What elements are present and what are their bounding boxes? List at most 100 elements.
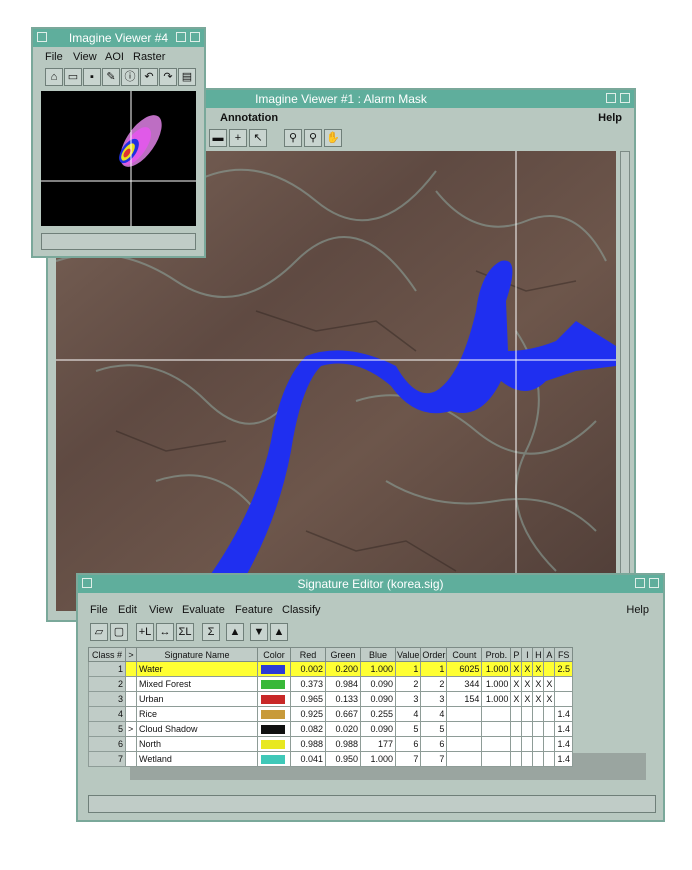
arrow-icon[interactable]: ↖	[249, 129, 267, 147]
cell-a[interactable]	[543, 661, 556, 677]
cell-h[interactable]	[532, 736, 545, 752]
cell-current-marker[interactable]	[125, 751, 137, 767]
cell-current-marker[interactable]	[125, 691, 137, 707]
zoom-minus-icon[interactable]: ▬	[209, 129, 227, 147]
cell-value[interactable]: 4	[394, 706, 422, 722]
color-swatch[interactable]	[261, 739, 285, 749]
cell-value[interactable]: 7	[394, 751, 422, 767]
table-row[interactable]: 7 Wetland 0.041 0.950 1.000 7 7 1.4	[88, 751, 573, 767]
cell-value[interactable]: 2	[394, 676, 422, 692]
cell-fs[interactable]: 1.4	[554, 721, 573, 737]
color-swatch[interactable]	[261, 709, 285, 719]
cell-current-marker[interactable]: >	[125, 721, 137, 737]
cell-a[interactable]	[543, 751, 556, 767]
cell-h[interactable]	[532, 751, 545, 767]
cell-red[interactable]: 0.373	[290, 676, 326, 692]
cell-color[interactable]	[257, 721, 291, 737]
cell-a[interactable]	[543, 736, 556, 752]
col-fs[interactable]: FS	[554, 647, 573, 662]
col-blue[interactable]: Blue	[360, 647, 396, 662]
cell-blue[interactable]: 1.000	[360, 751, 396, 767]
cell-blue[interactable]: 0.090	[360, 721, 396, 737]
histogram-icon[interactable]: ▲	[226, 623, 244, 641]
cell-h[interactable]	[532, 706, 545, 722]
cell-green[interactable]: 0.950	[325, 751, 361, 767]
cell-order[interactable]: 1	[420, 661, 448, 677]
cell-green[interactable]: 0.667	[325, 706, 361, 722]
cell-blue[interactable]: 0.090	[360, 676, 396, 692]
cell-red[interactable]: 0.082	[290, 721, 326, 737]
cell-value[interactable]: 1	[394, 661, 422, 677]
cell-blue[interactable]: 0.090	[360, 691, 396, 707]
cell-a[interactable]: X	[543, 676, 556, 692]
cell-class-num[interactable]: 2	[88, 676, 126, 692]
cell-blue[interactable]: 177	[360, 736, 396, 752]
cell-p[interactable]	[510, 706, 523, 722]
cell-current-marker[interactable]	[125, 736, 137, 752]
cell-fs[interactable]: 2.5	[554, 661, 573, 677]
cell-class-num[interactable]: 7	[88, 751, 126, 767]
col-color[interactable]: Color	[257, 647, 291, 662]
cell-count[interactable]: 154	[446, 691, 483, 707]
viewer4-titlebar[interactable]: Imagine Viewer #4	[33, 29, 204, 47]
cell-count[interactable]	[446, 736, 483, 752]
viewer1-scrollbar[interactable]	[620, 151, 630, 611]
cell-current-marker[interactable]	[125, 676, 137, 692]
menu-evaluate[interactable]: Evaluate	[182, 602, 225, 618]
cell-signature-name[interactable]: Rice	[136, 706, 258, 722]
cell-class-num[interactable]: 3	[88, 691, 126, 707]
menu-aoi[interactable]: AOI	[105, 49, 124, 65]
cell-red[interactable]: 0.925	[290, 706, 326, 722]
cell-fs[interactable]	[554, 691, 573, 707]
cell-class-num[interactable]: 6	[88, 736, 126, 752]
col-i[interactable]: I	[521, 647, 534, 662]
col-signature-name[interactable]: Signature Name	[136, 647, 258, 662]
cell-p[interactable]: X	[510, 676, 523, 692]
col-order[interactable]: Order	[420, 647, 448, 662]
col-a[interactable]: A	[543, 647, 556, 662]
cell-color[interactable]	[257, 691, 291, 707]
cell-p[interactable]	[510, 721, 523, 737]
cell-i[interactable]	[521, 706, 534, 722]
scatter-plot[interactable]	[41, 91, 196, 226]
cell-signature-name[interactable]: Urban	[136, 691, 258, 707]
maximize-icon[interactable]	[620, 93, 630, 103]
cell-i[interactable]	[521, 751, 534, 767]
cell-color[interactable]	[257, 676, 291, 692]
cell-red[interactable]: 0.041	[290, 751, 326, 767]
window-menu-icon[interactable]	[37, 32, 47, 42]
menu-classify[interactable]: Classify	[282, 602, 321, 618]
folder-icon[interactable]: ▭	[64, 68, 82, 86]
cell-value[interactable]: 6	[394, 736, 422, 752]
minimize-icon[interactable]	[635, 578, 645, 588]
cell-red[interactable]: 0.965	[290, 691, 326, 707]
minimize-icon[interactable]	[606, 93, 616, 103]
menu-feature[interactable]: Feature	[235, 602, 273, 618]
col-prob[interactable]: Prob.	[481, 647, 512, 662]
open-icon[interactable]: ⌂	[45, 68, 63, 86]
cell-order[interactable]: 7	[420, 751, 448, 767]
cell-count[interactable]: 6025	[446, 661, 483, 677]
cell-class-num[interactable]: 4	[88, 706, 126, 722]
cell-order[interactable]: 5	[420, 721, 448, 737]
cell-order[interactable]: 4	[420, 706, 448, 722]
cell-prob[interactable]	[481, 736, 512, 752]
cell-value[interactable]: 3	[394, 691, 422, 707]
cell-a[interactable]	[543, 721, 556, 737]
pan-hand-icon[interactable]: ✋	[324, 129, 342, 147]
cell-green[interactable]: 0.984	[325, 676, 361, 692]
col-current[interactable]: >	[125, 647, 137, 662]
minimize-icon[interactable]	[176, 32, 186, 42]
cell-color[interactable]	[257, 751, 291, 767]
signature-editor-titlebar[interactable]: Signature Editor (korea.sig)	[78, 575, 663, 593]
cell-red[interactable]: 0.988	[290, 736, 326, 752]
cell-prob[interactable]: 1.000	[481, 661, 512, 677]
cell-color[interactable]	[257, 661, 291, 677]
cell-count[interactable]	[446, 751, 483, 767]
cell-prob[interactable]	[481, 706, 512, 722]
cell-h[interactable]: X	[532, 661, 545, 677]
table-row[interactable]: 3 Urban 0.965 0.133 0.090 3 3 154 1.000 X X X X	[88, 691, 573, 707]
col-count[interactable]: Count	[446, 647, 483, 662]
color-swatch[interactable]	[261, 664, 285, 674]
menu-file[interactable]: File	[45, 49, 63, 65]
